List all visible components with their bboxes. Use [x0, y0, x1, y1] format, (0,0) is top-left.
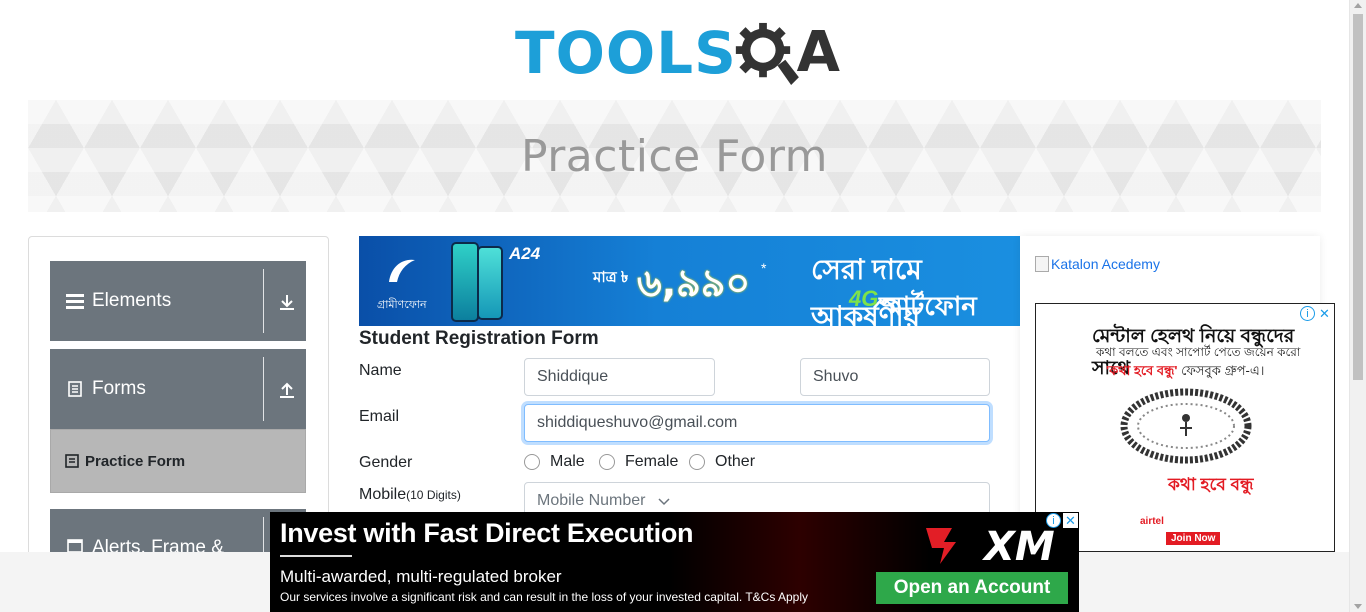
top-advertisement[interactable]: গ্রামীণফোন A24 মাত্র ৳ ৬,৯৯০ * সেরা দামে… — [359, 236, 1020, 326]
right-advertisement[interactable]: i ✕ মেন্টাল হেলথ নিয়ে বন্ধুদের সাথে কথা… — [1035, 303, 1335, 552]
close-icon[interactable]: ✕ — [1317, 306, 1332, 321]
name-label: Name — [359, 362, 402, 379]
page-title: Practice Form — [520, 130, 829, 182]
radio-circle[interactable] — [524, 454, 540, 470]
ad-info-icon[interactable]: i — [1300, 306, 1315, 321]
xm-brand-text: XM — [981, 524, 1055, 568]
scrollbar-thumb[interactable] — [1353, 14, 1363, 380]
sidebar-group-elements[interactable]: Elements — [50, 261, 306, 341]
sidebar-item-practice-form[interactable]: Practice Form — [50, 429, 306, 493]
divider — [263, 357, 264, 421]
ad-tagline: কথা হবে বন্ধু — [1168, 475, 1254, 494]
ad-subhead: Multi-awarded, multi-regulated broker — [280, 567, 562, 586]
logo-suffix: A — [796, 20, 840, 85]
gender-radio-female[interactable]: Female — [599, 453, 678, 471]
ad-price-star: * — [761, 260, 767, 276]
ad-phone-model: A24 — [509, 244, 541, 263]
ad-line: কথা বলতে এবং সাপোর্ট পেতে জয়েন করো — [1096, 345, 1301, 359]
scroll-down-arrow-icon[interactable] — [1354, 604, 1362, 609]
download-arrow-icon[interactable] — [278, 293, 296, 311]
page-banner: Practice Form — [28, 100, 1321, 212]
gender-label: Gender — [359, 454, 413, 471]
mobile-hint: (10 Digits) — [406, 488, 461, 502]
vertical-scrollbar[interactable] — [1349, 0, 1366, 612]
ad-line: 'কথা হবে বন্ধু' ফেসবুক গ্রুপ-এ। — [1106, 362, 1264, 383]
first-name-input[interactable]: Shiddique — [524, 358, 715, 396]
ad-controls: i ✕ — [1046, 513, 1078, 528]
logo-text: TOOLS — [515, 19, 737, 87]
ad-slogan: স্মার্টফোন — [879, 291, 977, 321]
last-name-input[interactable]: Shuvo — [800, 358, 990, 396]
ad-controls: i ✕ — [1300, 306, 1332, 321]
hamburger-icon — [66, 292, 84, 310]
bottom-advertisement[interactable]: Invest with Fast Direct Execution Multi-… — [270, 512, 1079, 612]
grameenphone-logo-icon — [389, 259, 415, 282]
sidebar-group-label: Forms — [92, 378, 146, 399]
ad-price: ৬,৯৯০ — [637, 261, 751, 305]
radio-label: Female — [625, 453, 679, 470]
ad-highlight: 'কথা হবে বন্ধু' — [1106, 363, 1178, 378]
ad-network: 4G — [849, 286, 879, 311]
email-input[interactable]: shiddiqueshuvo@gmail.com — [524, 404, 990, 442]
mobile-placeholder: Mobile Number — [537, 492, 646, 509]
katalon-academy-link[interactable]: Katalon Acedemy — [1035, 256, 1160, 272]
gender-radio-male[interactable]: Male — [524, 453, 585, 471]
form-title: Student Registration Form — [359, 328, 599, 349]
radio-label: Male — [550, 453, 585, 470]
ad-headline: Invest with Fast Direct Execution — [280, 518, 694, 548]
gear-magnifier-icon — [735, 22, 799, 85]
crowd-illustration — [1120, 388, 1252, 464]
phone-image — [451, 242, 479, 322]
broken-image-icon — [1035, 256, 1049, 272]
close-icon[interactable]: ✕ — [1063, 513, 1078, 528]
chevron-down-icon — [658, 498, 671, 506]
ad-price-label: মাত্র ৳ — [593, 269, 629, 286]
katalon-link-text: Katalon Acedemy — [1051, 256, 1160, 272]
divider — [280, 555, 352, 557]
join-now-button[interactable]: Join Now — [1166, 532, 1221, 545]
radio-circle[interactable] — [689, 454, 705, 470]
phone-image — [477, 246, 503, 320]
ad-info-icon[interactable]: i — [1046, 513, 1061, 528]
ad-disclaimer: Our services involve a significant risk … — [280, 590, 809, 604]
ad-line-rest: ফেসবুক গ্রুপ-এ। — [1181, 363, 1265, 378]
radio-label: Other — [715, 453, 756, 470]
open-account-button[interactable]: Open an Account — [876, 572, 1068, 604]
document-icon — [66, 380, 84, 398]
divider — [263, 269, 264, 333]
upload-arrow-icon[interactable] — [278, 381, 296, 399]
form-icon — [65, 454, 79, 468]
scroll-up-arrow-icon[interactable] — [1354, 3, 1362, 8]
toolsqa-logo[interactable]: TOOLS A — [515, 14, 840, 92]
mobile-label: Mobile(10 Digits) — [359, 486, 461, 504]
sidebar-group-forms[interactable]: Forms — [50, 349, 306, 429]
gender-radio-other[interactable]: Other — [689, 453, 755, 471]
ad-brand: গ্রামীণফোন — [377, 299, 427, 311]
radio-circle[interactable] — [599, 454, 615, 470]
sidebar-item-label: Practice Form — [85, 452, 186, 470]
ad-brand: airtel — [1140, 516, 1164, 527]
mobile-label-text: Mobile — [359, 486, 407, 503]
sidebar-group-label: Elements — [92, 290, 172, 311]
email-label: Email — [359, 408, 400, 425]
